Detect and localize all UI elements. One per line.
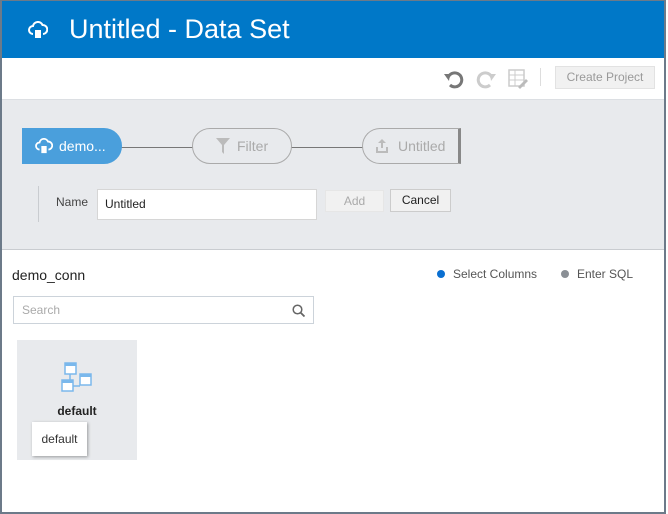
- toolbar: Create Project: [2, 58, 664, 100]
- schema-tile[interactable]: default default: [17, 340, 137, 460]
- node-label: demo...: [59, 138, 106, 154]
- radio-unselected-icon: [561, 270, 569, 278]
- node-label: Untitled: [398, 138, 446, 154]
- page-title: Untitled - Data Set: [69, 14, 290, 44]
- window: Untitled - Data Set Create Project demo.…: [0, 0, 666, 514]
- name-input[interactable]: Untitled: [97, 189, 317, 220]
- radio-label: Select Columns: [453, 267, 538, 281]
- radio-label: Enter SQL: [577, 267, 634, 281]
- cloud-database-icon: [28, 21, 48, 38]
- search-icon[interactable]: [292, 304, 305, 317]
- connection-name: demo_conn: [12, 267, 86, 283]
- search-input[interactable]: Search: [13, 296, 314, 324]
- schema-icon: [61, 362, 92, 392]
- cancel-button[interactable]: Cancel: [390, 189, 451, 212]
- flow-node-filter[interactable]: Filter: [192, 128, 292, 164]
- schema-name: default: [57, 404, 97, 418]
- radio-selected-icon: [437, 270, 445, 278]
- flow-connector: [291, 147, 363, 148]
- add-button[interactable]: Add: [325, 190, 384, 212]
- toolbar-divider: [540, 68, 541, 86]
- search-placeholder: Search: [22, 303, 61, 317]
- enter-sql-radio[interactable]: Enter SQL: [561, 267, 633, 281]
- header: Untitled - Data Set: [2, 1, 664, 58]
- flow-node-source[interactable]: demo...: [22, 128, 122, 164]
- name-label: Name: [56, 195, 89, 209]
- node-label: Filter: [237, 138, 269, 154]
- create-project-button[interactable]: Create Project: [555, 66, 655, 89]
- undo-icon[interactable]: [443, 69, 465, 89]
- divider: [38, 186, 39, 222]
- filter-icon: [216, 138, 230, 154]
- edit-table-icon[interactable]: [507, 69, 529, 89]
- upload-icon: [376, 139, 388, 153]
- flow-connector: [120, 147, 193, 148]
- flow-node-output[interactable]: Untitled: [362, 128, 461, 164]
- select-columns-radio[interactable]: Select Columns: [437, 267, 537, 281]
- cloud-database-icon: [35, 138, 53, 154]
- flow-panel: [2, 100, 664, 250]
- redo-icon[interactable]: [475, 69, 497, 89]
- tooltip: default: [32, 422, 87, 456]
